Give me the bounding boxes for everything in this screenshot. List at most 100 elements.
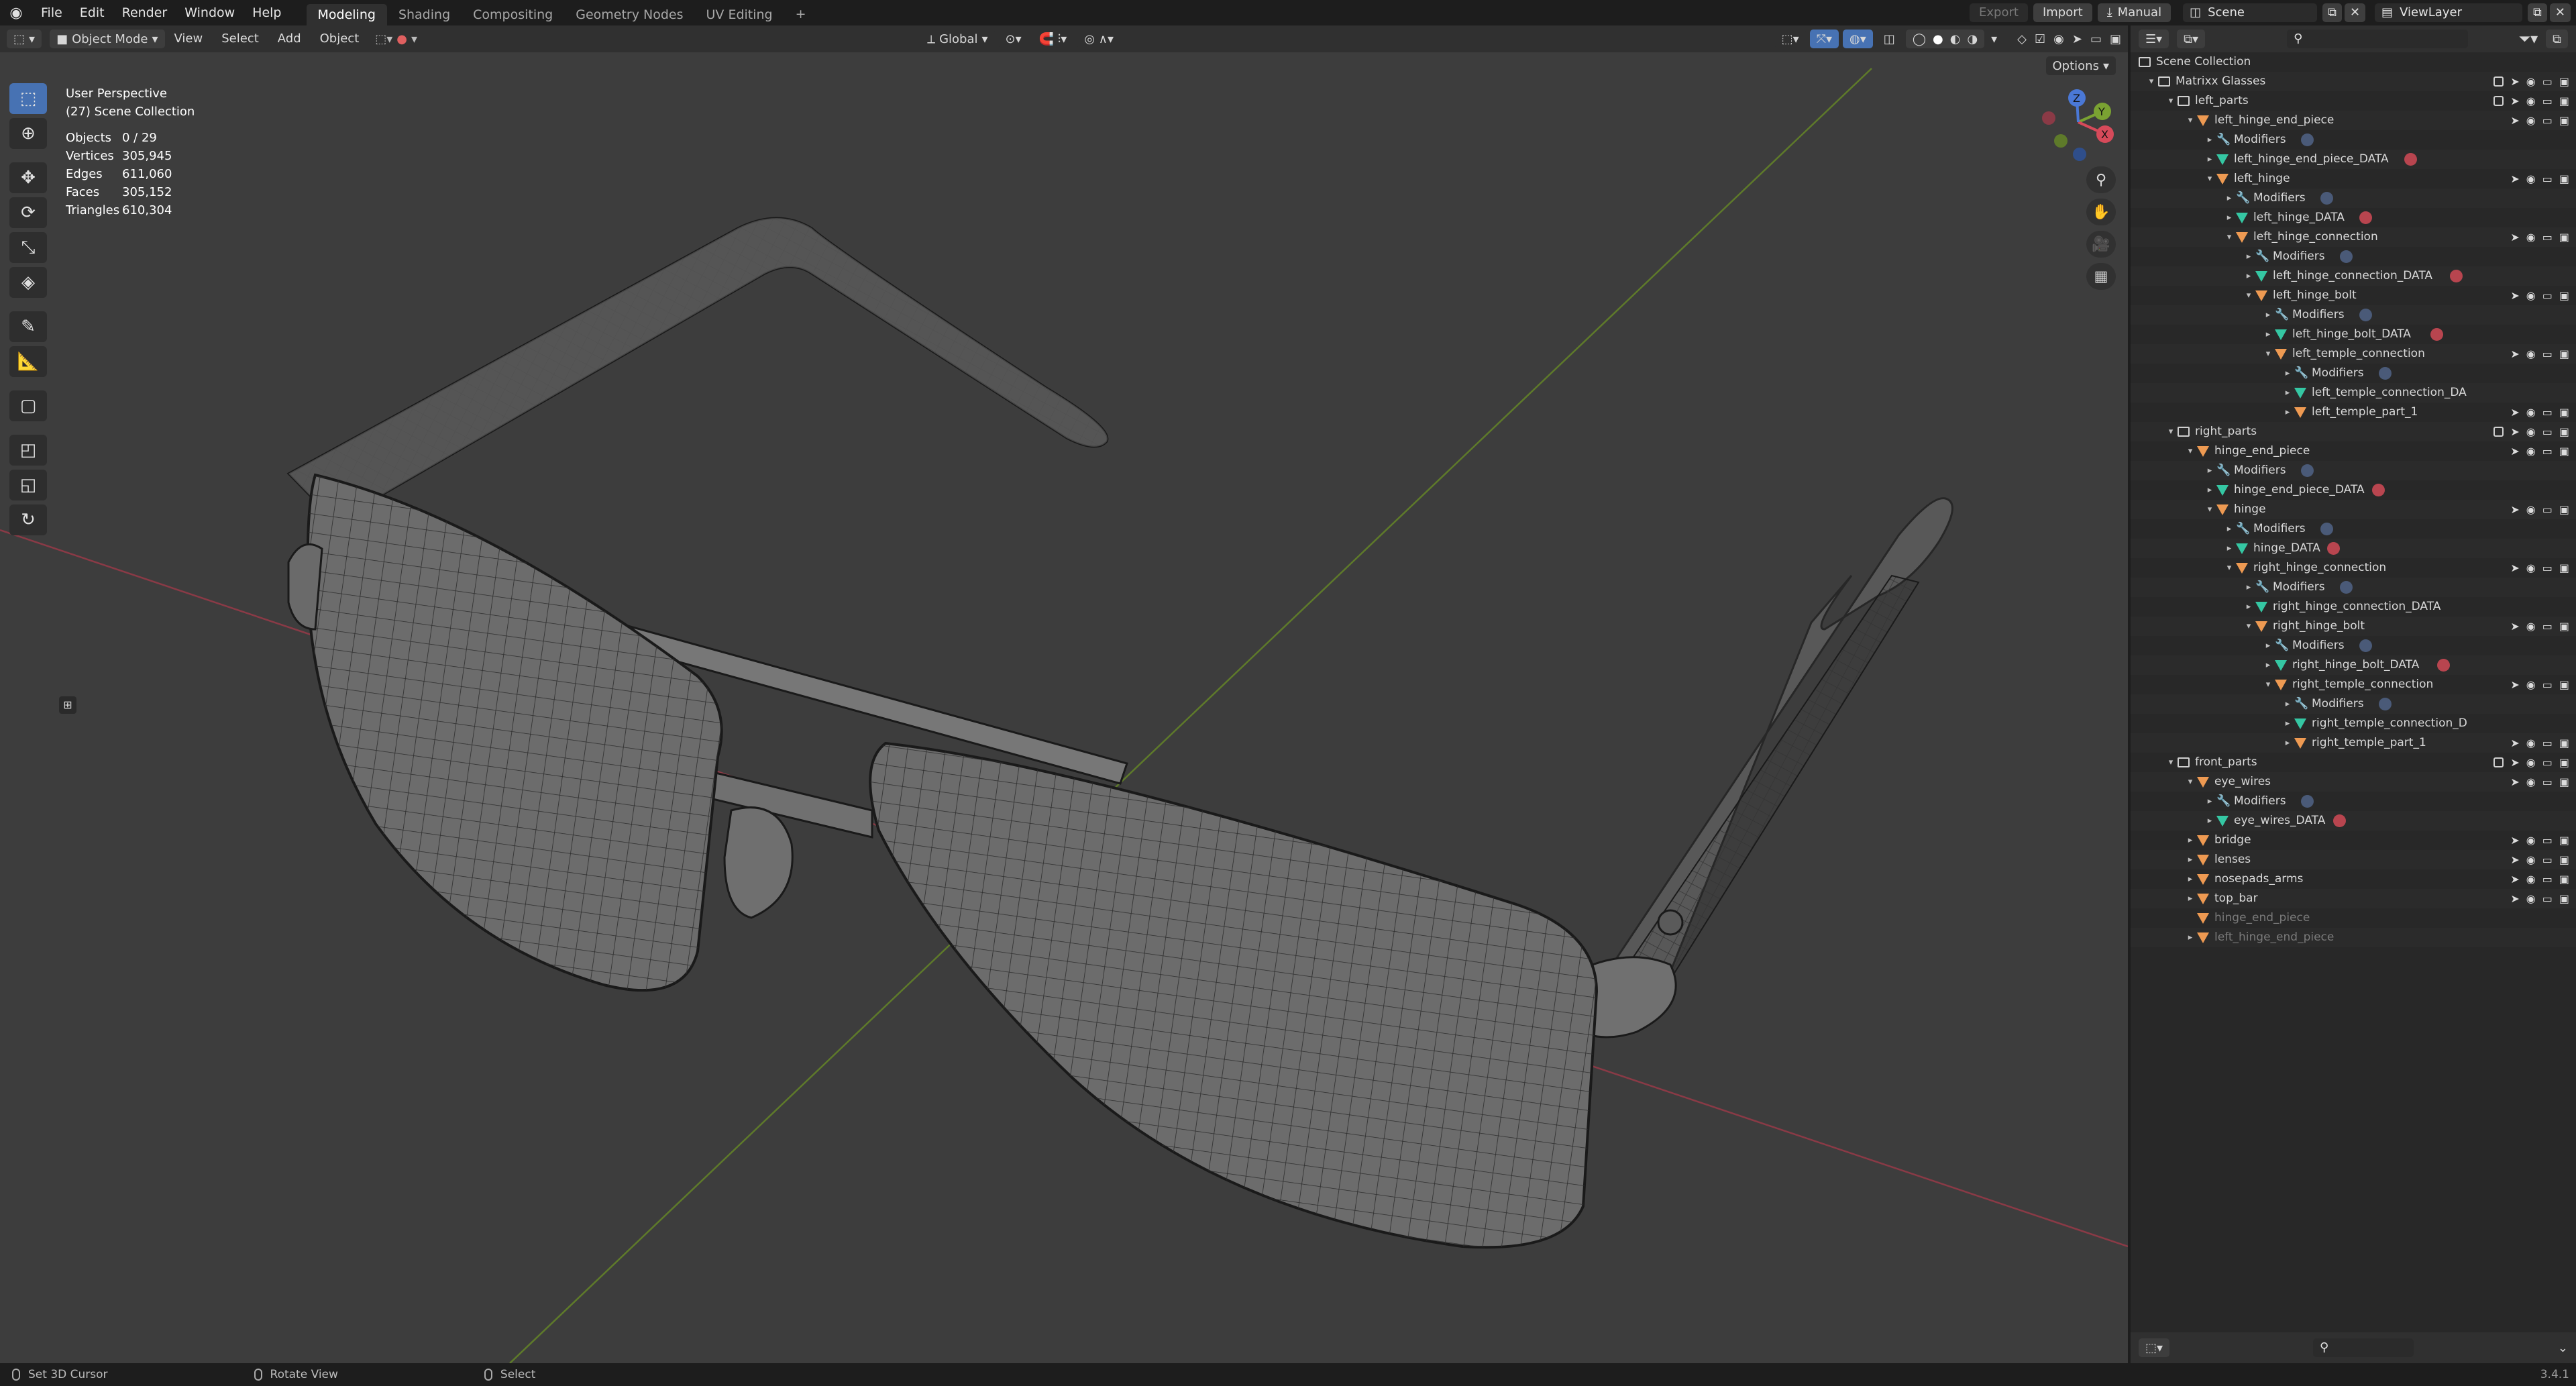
object-menu[interactable]: Object <box>311 25 369 52</box>
menu-window[interactable]: Window <box>176 0 244 25</box>
expand-arrow-icon[interactable]: ▾ <box>2165 753 2176 772</box>
shading-mode-group[interactable]: ◯ ● ◐ ◑ <box>1905 30 1985 48</box>
scale-tool[interactable]: ⤡ <box>9 232 47 263</box>
viewport-visibility-icon[interactable]: ▭ <box>2542 831 2553 850</box>
snapping-toggle[interactable]: 🧲 ⫶▾ <box>1032 30 1074 48</box>
outliner-display-mode[interactable]: ⧉▾ <box>2177 30 2206 48</box>
inset-tool[interactable]: ◱ <box>9 470 47 500</box>
expand-arrow-icon[interactable]: ▸ <box>2224 519 2235 539</box>
selectable-icon[interactable]: ➤ <box>2510 831 2519 850</box>
expand-arrow-icon[interactable]: ▸ <box>2185 889 2196 908</box>
select-menu[interactable]: Select <box>212 25 268 52</box>
selectable-icon[interactable]: ➤ <box>2510 169 2519 189</box>
outliner-row[interactable]: ▾ eye_wires ➤ ◉ ▭ ▣ <box>2131 772 2576 792</box>
selectable-icon[interactable]: ➤ <box>2510 403 2519 422</box>
outliner-row[interactable]: ▾ left_hinge_end_piece ➤ ◉ ▭ ▣ <box>2131 111 2576 130</box>
eye-icon[interactable]: ◉ <box>2526 558 2536 578</box>
outliner-row[interactable]: ▸ left_hinge_end_piece <box>2131 928 2576 947</box>
viewport-visibility-icon[interactable]: ▭ <box>2542 889 2553 908</box>
outliner-row[interactable]: ▾ left_hinge_bolt ➤ ◉ ▭ ▣ <box>2131 286 2576 305</box>
chevron-down-icon[interactable]: ⌄ <box>2558 1341 2568 1355</box>
outliner-row[interactable]: ▸ 🔧 Modifiers <box>2131 130 2576 150</box>
footer-editor-type[interactable]: ⬚▾ <box>2139 1338 2170 1357</box>
render-camera-icon[interactable]: ▣ <box>2559 344 2569 364</box>
selectable-icon[interactable]: ➤ <box>2510 675 2519 694</box>
expand-arrow-icon[interactable]: ▸ <box>2224 189 2235 208</box>
outliner-row[interactable]: ▾ left_hinge_connection ➤ ◉ ▭ ▣ <box>2131 227 2576 247</box>
eye-icon[interactable]: ◉ <box>2526 344 2536 364</box>
render-camera-icon[interactable]: ▣ <box>2559 286 2569 305</box>
outliner-row[interactable]: ▸ 🔧 Modifiers <box>2131 461 2576 480</box>
render-camera-icon[interactable]: ▣ <box>2559 500 2569 519</box>
expand-arrow-icon[interactable]: ▸ <box>2282 383 2293 403</box>
rendered-shading-icon[interactable]: ◑ <box>1967 32 1978 46</box>
outliner-row[interactable]: ▸ 🔧 Modifiers <box>2131 364 2576 383</box>
measure-tool[interactable]: 📐 <box>9 346 47 377</box>
outliner-row[interactable]: ▸ top_bar ➤ ◉ ▭ ▣ <box>2131 889 2576 908</box>
expand-arrow-icon[interactable]: ▸ <box>2204 792 2215 811</box>
gizmo-neg-x[interactable] <box>2042 111 2055 125</box>
eye-icon[interactable]: ◉ <box>2526 675 2536 694</box>
checkbox-icon[interactable]: ☑ <box>2035 32 2045 46</box>
expand-arrow-icon[interactable]: ▾ <box>2165 422 2176 441</box>
outliner-row[interactable]: ▸ left_hinge_bolt_DATA <box>2131 325 2576 344</box>
eye-icon[interactable]: ◉ <box>2526 772 2536 792</box>
tab-modeling[interactable]: Modeling <box>306 4 387 25</box>
outliner-row[interactable]: ▸ left_temple_connection_DA <box>2131 383 2576 403</box>
shading-options[interactable]: ▾ <box>1984 30 2004 48</box>
tab-uv-editing[interactable]: UV Editing <box>695 4 784 25</box>
outliner-row[interactable]: ▸ 🔧 Modifiers <box>2131 636 2576 655</box>
render-camera-icon[interactable]: ▣ <box>2559 403 2569 422</box>
solid-shading-icon[interactable]: ● <box>1933 32 1943 46</box>
mode-selector[interactable]: ■ Object Mode ▾ <box>50 30 165 48</box>
transform-orientation-selector[interactable]: ⟂ Global ▾ <box>920 30 995 48</box>
outliner-row[interactable]: ▸ right_hinge_bolt_DATA <box>2131 655 2576 675</box>
outliner-row[interactable]: ▸ right_hinge_connection_DATA <box>2131 597 2576 617</box>
add-workspace-button[interactable]: + <box>784 3 818 25</box>
outliner-row[interactable]: ▸ right_temple_connection_D <box>2131 714 2576 733</box>
eye-icon[interactable]: ◉ <box>2526 422 2536 441</box>
eye-icon[interactable]: ◉ <box>2526 227 2536 247</box>
pivot-point-selector[interactable]: ⊙▾ <box>998 30 1028 48</box>
outliner-row[interactable]: ▾ left_temple_connection ➤ ◉ ▭ ▣ <box>2131 344 2576 364</box>
camera-view-icon[interactable]: 🎥 <box>2086 231 2116 258</box>
eye-icon[interactable]: ◉ <box>2526 869 2536 889</box>
outliner-row[interactable]: ▸ 🔧 Modifiers <box>2131 189 2576 208</box>
export-button[interactable]: Export <box>1970 3 2028 22</box>
selectable-icon[interactable]: ➤ <box>2510 422 2519 441</box>
eye-icon[interactable]: ◉ <box>2526 753 2536 772</box>
viewport-visibility-icon[interactable]: ▭ <box>2542 558 2553 578</box>
expand-arrow-icon[interactable]: ▸ <box>2204 811 2215 831</box>
options-dropdown[interactable]: Options ▾ <box>2045 56 2116 75</box>
selectable-icon[interactable]: ➤ <box>2510 441 2519 461</box>
expand-arrow-icon[interactable]: ▸ <box>2282 714 2293 733</box>
selectable-icon[interactable]: ➤ <box>2510 227 2519 247</box>
viewport-visibility-icon[interactable]: ▭ <box>2542 169 2553 189</box>
viewport-visibility-icon[interactable]: ▭ <box>2542 869 2553 889</box>
render-camera-icon[interactable]: ▣ <box>2559 831 2569 850</box>
eye-icon[interactable]: ◉ <box>2053 32 2064 46</box>
eye-icon[interactable]: ◉ <box>2526 733 2536 753</box>
outliner-row[interactable]: ▸ 🔧 Modifiers <box>2131 247 2576 266</box>
render-camera-icon[interactable]: ▣ <box>2559 675 2569 694</box>
visibility-selector[interactable]: ⬚▾ ● ▾ <box>368 30 425 48</box>
expand-arrow-icon[interactable]: ▾ <box>2185 772 2196 792</box>
expand-arrow-icon[interactable]: ▸ <box>2263 305 2273 325</box>
expand-arrow-icon[interactable]: ▸ <box>2204 130 2215 150</box>
expand-arrow-icon[interactable]: ▸ <box>2204 150 2215 169</box>
outliner-row[interactable]: ▸ nosepads_arms ➤ ◉ ▭ ▣ <box>2131 869 2576 889</box>
outliner-row[interactable]: ▾ Matrixx Glasses ➤ ◉ ▭ ▣ <box>2131 72 2576 91</box>
viewport-visibility-icon[interactable]: ▭ <box>2542 344 2553 364</box>
expand-arrow-icon[interactable]: ▾ <box>2165 91 2176 111</box>
outliner-row[interactable]: ▸ hinge_DATA <box>2131 539 2576 558</box>
outliner-row[interactable]: ▸ right_temple_part_1 ➤ ◉ ▭ ▣ <box>2131 733 2576 753</box>
wireframe-shading-icon[interactable]: ◯ <box>1913 32 1926 46</box>
eye-icon[interactable]: ◉ <box>2526 111 2536 130</box>
cursor-tool[interactable]: ⊕ <box>9 118 47 149</box>
viewport-visibility-icon[interactable]: ▭ <box>2542 733 2553 753</box>
checkbox-icon[interactable] <box>2493 96 2504 106</box>
eye-icon[interactable]: ◉ <box>2526 617 2536 636</box>
eye-icon[interactable]: ◉ <box>2526 500 2536 519</box>
viewport-visibility-icon[interactable]: ▭ <box>2542 72 2553 91</box>
expand-arrow-icon[interactable]: ▸ <box>2243 266 2254 286</box>
